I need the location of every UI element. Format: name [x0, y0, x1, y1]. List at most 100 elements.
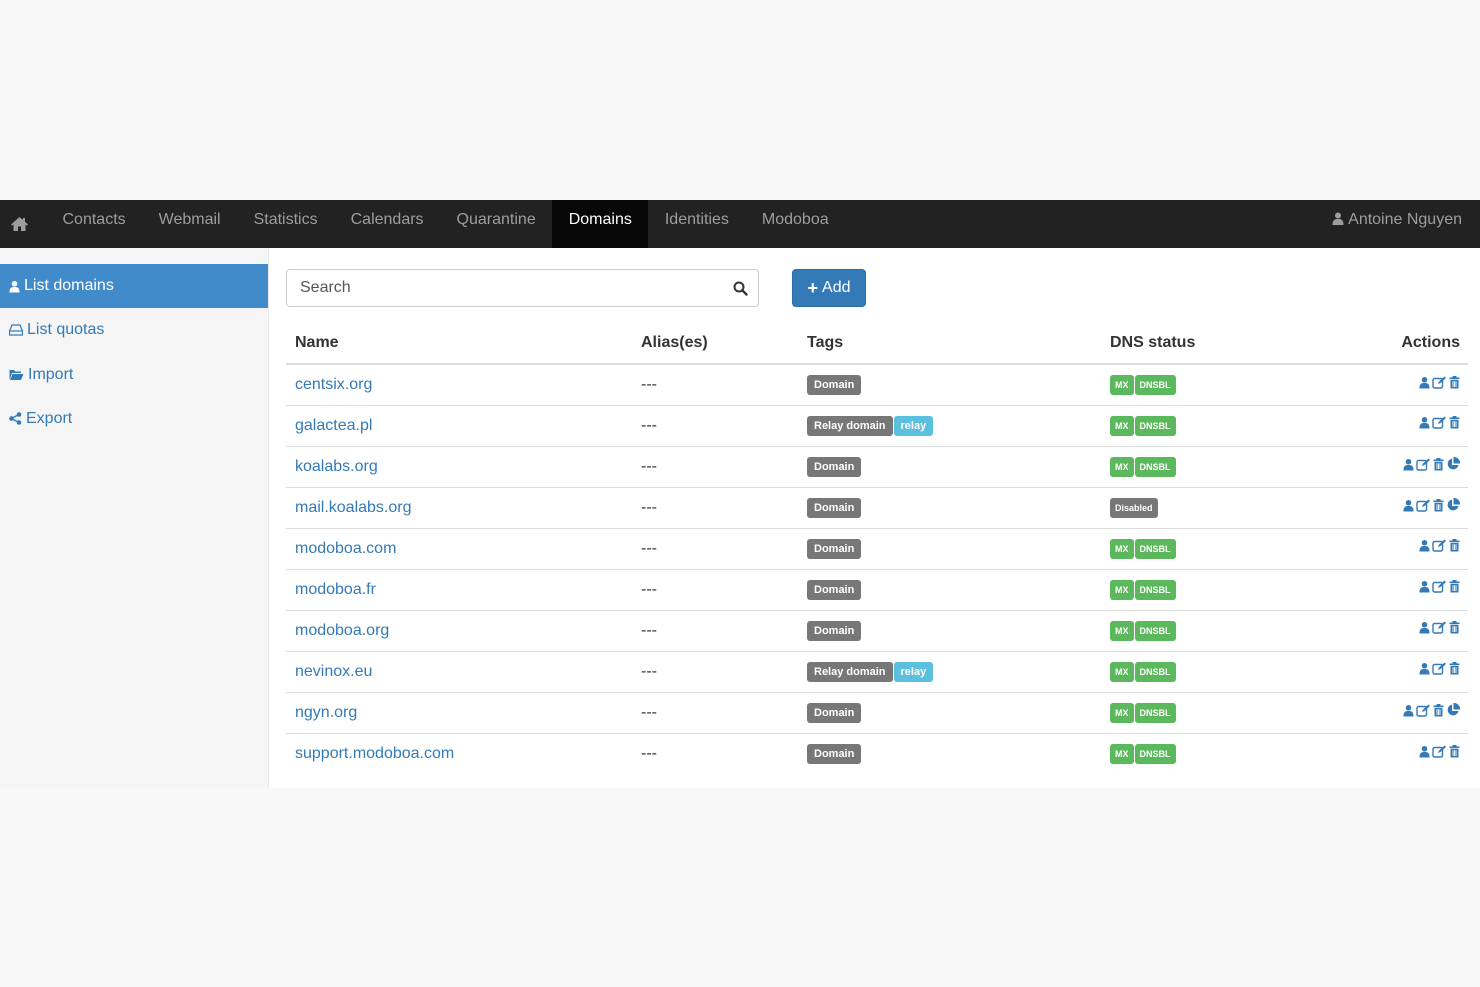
- delete-icon[interactable]: [1449, 621, 1460, 639]
- delete-icon[interactable]: [1449, 375, 1460, 394]
- aliases-cell: ---: [641, 375, 657, 393]
- tag-badge: Domain: [807, 579, 862, 600]
- edit-icon[interactable]: [1432, 539, 1447, 557]
- nav-item-modoboa[interactable]: Modoboa: [745, 200, 845, 248]
- delete-icon[interactable]: [1449, 416, 1460, 434]
- nav-item-identities[interactable]: Identities: [648, 200, 745, 248]
- search-icon[interactable]: [733, 281, 748, 296]
- edit-icon[interactable]: [1432, 416, 1447, 434]
- actions-cell: [1308, 364, 1468, 405]
- column-header-dns-status[interactable]: DNS status: [1101, 322, 1308, 365]
- domain-link[interactable]: support.modoboa.com: [295, 745, 454, 762]
- tags-cell: Relay domain relay: [798, 404, 1101, 446]
- domain-link[interactable]: mail.koalabs.org: [295, 499, 412, 516]
- tag-badge: Domain: [807, 620, 862, 641]
- actions-cell: [1308, 404, 1468, 446]
- sidebar-item-list-quotas[interactable]: List quotas: [0, 308, 268, 352]
- dns-status-badge: MX: [1110, 415, 1134, 436]
- mailboxes-icon[interactable]: [1419, 662, 1430, 680]
- column-header-name[interactable]: Name: [286, 322, 632, 365]
- table-header-row: Name Alias(es) Tags DNS status Actions: [286, 322, 1468, 365]
- edit-icon[interactable]: [1416, 499, 1431, 517]
- domain-link[interactable]: ngyn.org: [295, 704, 357, 721]
- nav-item-quarantine[interactable]: Quarantine: [440, 200, 552, 248]
- column-header-tags[interactable]: Tags: [798, 322, 1101, 365]
- mailboxes-icon[interactable]: [1419, 416, 1430, 434]
- nav-item-webmail[interactable]: Webmail: [142, 200, 237, 248]
- edit-icon[interactable]: [1432, 662, 1447, 680]
- mailboxes-icon[interactable]: [1403, 704, 1414, 722]
- actions-cell: [1308, 650, 1468, 692]
- nav-item-calendars[interactable]: Calendars: [334, 200, 440, 248]
- edit-icon[interactable]: [1432, 580, 1447, 598]
- dns-status-badge: DNSBL: [1134, 661, 1176, 682]
- sidebar-item-label: Import: [28, 365, 74, 383]
- mailboxes-icon[interactable]: [1419, 580, 1430, 598]
- mailboxes-icon[interactable]: [1419, 539, 1430, 557]
- nav-item-domains[interactable]: Domains: [552, 200, 649, 248]
- domain-link[interactable]: modoboa.com: [295, 540, 396, 557]
- delete-icon[interactable]: [1449, 662, 1460, 680]
- sidebar-item-export[interactable]: Export: [0, 397, 268, 441]
- edit-icon[interactable]: [1432, 745, 1447, 763]
- mailboxes-icon[interactable]: [1403, 499, 1414, 517]
- domain-link[interactable]: koalabs.org: [295, 458, 378, 475]
- dns-status-badge: DNSBL: [1134, 374, 1176, 395]
- dns-status-badge: MX: [1110, 702, 1134, 723]
- aliases-cell: ---: [632, 568, 798, 610]
- top-navbar: Contacts Webmail Statistics Calendars Quaran…: [0, 200, 1480, 248]
- mailboxes-icon[interactable]: [1419, 621, 1430, 639]
- dns-status-cell: MX DNSBL: [1101, 568, 1308, 610]
- edit-icon[interactable]: [1432, 621, 1447, 639]
- search-input[interactable]: [287, 270, 717, 306]
- delete-icon[interactable]: [1433, 457, 1444, 476]
- mailboxes-icon[interactable]: [1419, 745, 1430, 763]
- edit-icon[interactable]: [1432, 376, 1447, 394]
- dns-status-cell: MX DNSBL: [1101, 650, 1308, 692]
- statistics-icon[interactable]: [1446, 456, 1461, 476]
- domain-link[interactable]: galactea.pl: [295, 417, 372, 434]
- dns-status-cell: MX DNSBL: [1101, 527, 1308, 569]
- dns-status-badge: DNSBL: [1134, 620, 1176, 641]
- domain-link[interactable]: modoboa.fr: [295, 581, 376, 598]
- delete-icon[interactable]: [1449, 580, 1460, 598]
- sidebar-item-label: List domains: [24, 277, 114, 294]
- statistics-icon[interactable]: [1446, 497, 1461, 517]
- sidebar-item-label: Export: [26, 409, 73, 427]
- plus-icon: +: [807, 277, 819, 298]
- app-window: Contacts Webmail Statistics Calendars Quaran…: [0, 200, 1480, 788]
- nav-item-statistics[interactable]: Statistics: [237, 200, 334, 248]
- delete-icon[interactable]: [1433, 703, 1444, 722]
- dns-status-badge: DNSBL: [1134, 743, 1176, 764]
- delete-icon[interactable]: [1449, 539, 1460, 557]
- column-header-aliases[interactable]: Alias(es): [632, 322, 798, 365]
- user-name: Antoine Nguyen: [1348, 211, 1462, 228]
- actions-cell: [1308, 486, 1468, 528]
- sidebar-item-import[interactable]: Import: [0, 353, 268, 397]
- search-box: [286, 269, 759, 307]
- table-row: centsix.org --- Domain MX DNSBL: [286, 364, 1468, 405]
- delete-icon[interactable]: [1449, 744, 1460, 763]
- nav-item-contacts[interactable]: Contacts: [46, 200, 142, 248]
- home-button[interactable]: [0, 200, 38, 248]
- table-row: mail.koalabs.org --- Domain Disabled: [286, 486, 1468, 528]
- dns-status-badge: Disabled: [1110, 497, 1158, 518]
- sidebar-item-list-domains[interactable]: List domains: [0, 264, 268, 308]
- dns-status-badge: DNSBL: [1134, 579, 1176, 600]
- domain-link[interactable]: modoboa.org: [295, 622, 389, 639]
- delete-icon[interactable]: [1433, 498, 1444, 517]
- share-icon: [9, 412, 26, 426]
- edit-icon[interactable]: [1416, 458, 1431, 476]
- domain-link[interactable]: nevinox.eu: [295, 663, 372, 680]
- dns-status-badge: DNSBL: [1134, 702, 1176, 723]
- statistics-icon[interactable]: [1446, 702, 1461, 722]
- domain-link[interactable]: centsix.org: [295, 376, 372, 393]
- mailboxes-icon[interactable]: [1403, 458, 1414, 476]
- tag-badge: Domain: [807, 538, 862, 559]
- mailboxes-icon[interactable]: [1419, 376, 1430, 394]
- domain-name-cell: galactea.pl: [286, 404, 632, 446]
- user-menu[interactable]: Antoine Nguyen: [1332, 200, 1462, 248]
- add-domain-button[interactable]: + Add: [792, 269, 866, 307]
- edit-icon[interactable]: [1416, 704, 1431, 722]
- domain-name-cell: modoboa.org: [286, 609, 632, 651]
